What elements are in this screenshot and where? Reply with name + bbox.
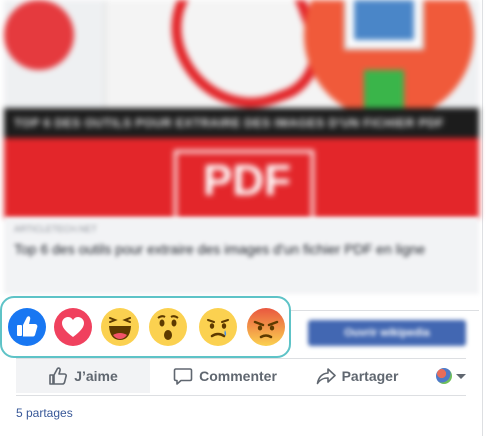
reaction-picker <box>0 296 291 358</box>
thumbs-up-icon <box>8 308 46 346</box>
share-button[interactable]: Partager <box>300 359 414 393</box>
angry-face-icon <box>247 308 285 346</box>
reaction-love[interactable] <box>53 307 93 347</box>
link-source: ARTICLETECH.NET <box>14 224 97 234</box>
thumbs-up-outline-icon <box>48 366 68 386</box>
globe-icon <box>436 368 452 384</box>
comment-bubble-icon <box>173 366 193 386</box>
comment-label: Commenter <box>199 368 277 384</box>
reaction-audience-selector[interactable] <box>414 359 466 393</box>
reaction-haha[interactable] <box>100 307 140 347</box>
laughing-face-icon <box>101 308 139 346</box>
divider <box>16 395 466 396</box>
link-preview-image[interactable]: TOP 6 DES OUTILS POUR EXTRAIRE DES IMAGE… <box>4 0 479 218</box>
reaction-sad[interactable] <box>198 307 238 347</box>
sad-face-icon <box>199 308 237 346</box>
reaction-wow[interactable] <box>148 307 188 347</box>
action-bar: J’aime Commenter Partager <box>16 359 466 393</box>
heart-icon <box>54 308 92 346</box>
post-card: TOP 6 DES OUTILS POUR EXTRAIRE DES IMAGE… <box>0 0 483 436</box>
preview-banner-text: TOP 6 DES OUTILS POUR EXTRAIRE DES IMAGE… <box>4 108 479 138</box>
share-arrow-icon <box>316 366 336 386</box>
reaction-like[interactable] <box>7 307 47 347</box>
caret-down-icon <box>456 373 466 379</box>
like-button[interactable]: J’aime <box>16 359 150 393</box>
cta-button[interactable]: Ouvrir wikipedia <box>308 320 466 346</box>
link-preview-meta[interactable]: ARTICLETECH.NET Top 6 des outils pour ex… <box>4 218 479 294</box>
reaction-angry[interactable] <box>246 307 286 347</box>
link-headline[interactable]: Top 6 des outils pour extraire des image… <box>14 240 469 258</box>
surprised-face-icon <box>149 308 187 346</box>
share-count[interactable]: 5 partages <box>16 406 73 420</box>
share-label: Partager <box>341 368 399 384</box>
preview-pdf-text: PDF <box>203 156 291 205</box>
like-label: J’aime <box>74 368 118 384</box>
comment-button[interactable]: Commenter <box>150 359 300 393</box>
